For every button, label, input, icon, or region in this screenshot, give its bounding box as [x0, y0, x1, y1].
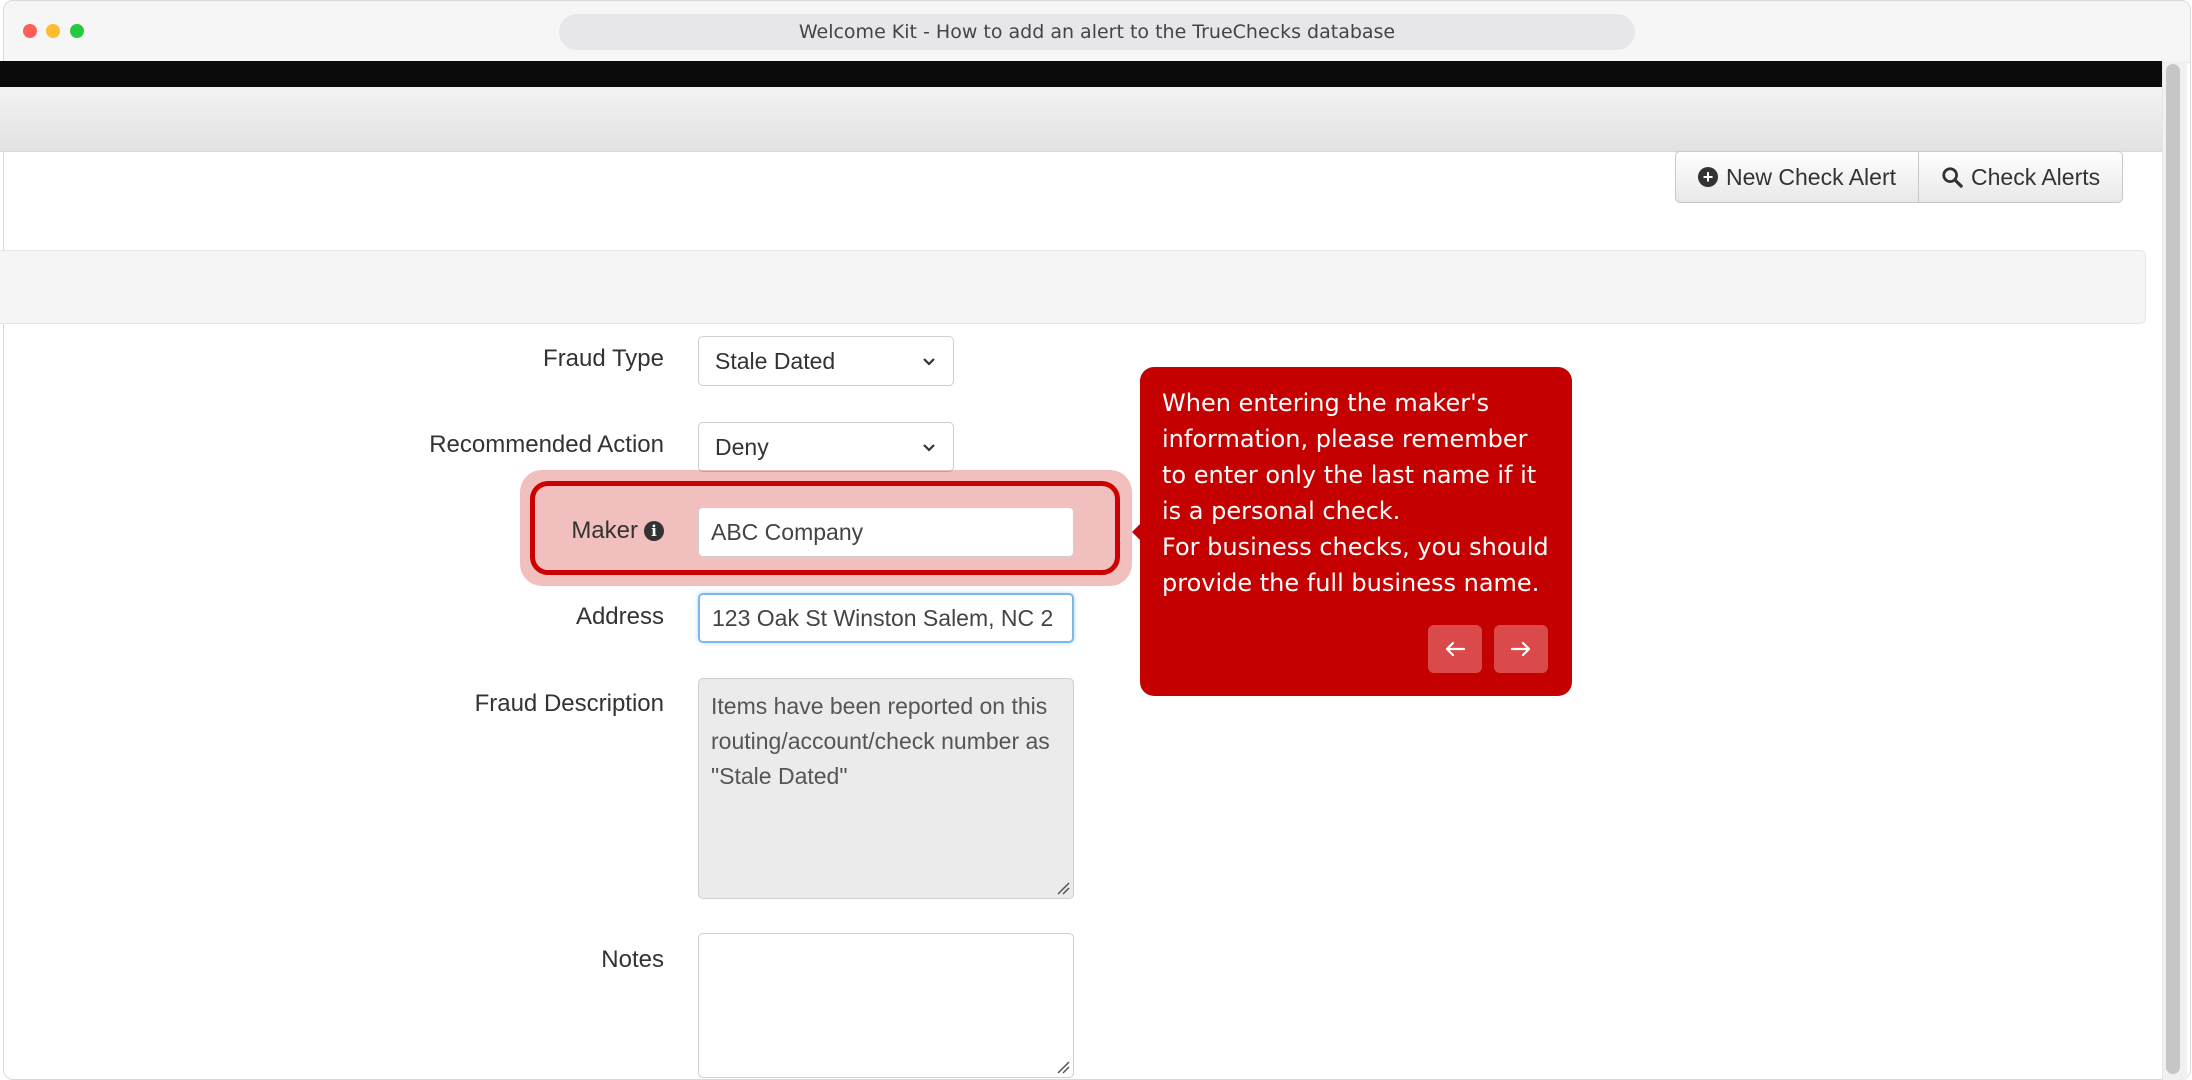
- address-input[interactable]: 123 Oak St Winston Salem, NC 2: [698, 593, 1074, 643]
- search-icon: [1942, 167, 1963, 188]
- guide-tooltip: When entering the maker's information, p…: [1140, 367, 1572, 696]
- notes-label: Notes: [601, 946, 664, 974]
- recommended-action-label-text: Recommended Action: [429, 431, 664, 458]
- resize-grip-icon[interactable]: [1056, 881, 1070, 895]
- chevron-down-icon: [923, 358, 935, 366]
- alert-button-group: + New Check Alert Check Alerts: [1675, 151, 2124, 203]
- notes-textarea[interactable]: [698, 933, 1074, 1078]
- recommended-action-select[interactable]: Deny: [698, 422, 954, 472]
- fraud-type-label: Fraud Type: [543, 345, 664, 373]
- fraud-description-label: Fraud Description: [475, 690, 664, 718]
- arrow-left-icon: [1445, 641, 1466, 657]
- minimize-window-button[interactable]: [46, 24, 60, 38]
- resize-grip-icon[interactable]: [1056, 1060, 1070, 1074]
- new-check-alert-button[interactable]: + New Check Alert: [1676, 152, 1918, 202]
- fraud-description-label-text: Fraud Description: [474, 690, 664, 717]
- site-navbar: [0, 87, 2162, 152]
- chevron-down-icon: [923, 444, 935, 452]
- recommended-action-label: Recommended Action: [429, 431, 664, 459]
- close-window-button[interactable]: [23, 24, 37, 38]
- address-bar[interactable]: Welcome Kit - How to add an alert to the…: [559, 14, 1635, 50]
- site-top-bar: [0, 61, 2162, 87]
- maximize-window-button[interactable]: [70, 24, 84, 38]
- scrollbar-thumb[interactable]: [2166, 64, 2180, 1074]
- fraud-description-textarea[interactable]: Items have been reported on this routing…: [698, 678, 1074, 899]
- fraud-type-value: Stale Dated: [715, 347, 836, 374]
- title-bar: Welcome Kit - How to add an alert to the…: [4, 1, 2190, 63]
- check-alerts-label: Check Alerts: [1971, 163, 2101, 190]
- tooltip-next-button[interactable]: [1494, 625, 1548, 673]
- fraud-type-label-text: Fraud Type: [543, 345, 664, 372]
- tooltip-previous-button[interactable]: [1428, 625, 1482, 673]
- fraud-description-value: Items have been reported on this routing…: [711, 693, 1050, 789]
- fraud-type-select[interactable]: Stale Dated: [698, 336, 954, 386]
- maker-label-text: Maker: [571, 517, 638, 544]
- check-alerts-button[interactable]: Check Alerts: [1918, 152, 2122, 202]
- maker-label: Maker i: [571, 517, 664, 545]
- arrow-right-icon: [1510, 641, 1531, 657]
- address-value: 123 Oak St Winston Salem, NC 2: [712, 604, 1054, 631]
- address-label: Address: [576, 603, 664, 631]
- window-title: Welcome Kit - How to add an alert to the…: [798, 21, 1396, 43]
- notes-label-text: Notes: [601, 946, 664, 973]
- info-icon[interactable]: i: [644, 521, 664, 541]
- plus-circle-icon: +: [1698, 167, 1718, 187]
- recommended-action-value: Deny: [715, 433, 769, 460]
- maker-input[interactable]: ABC Company: [698, 507, 1074, 557]
- new-check-alert-label: New Check Alert: [1726, 163, 1897, 190]
- maker-value: ABC Company: [711, 518, 864, 545]
- panel-heading: [0, 250, 2146, 324]
- tooltip-text-1: When entering the maker's information, p…: [1162, 389, 1537, 525]
- address-label-text: Address: [575, 603, 664, 630]
- tooltip-text-2: For business checks, you should provide …: [1162, 533, 1549, 597]
